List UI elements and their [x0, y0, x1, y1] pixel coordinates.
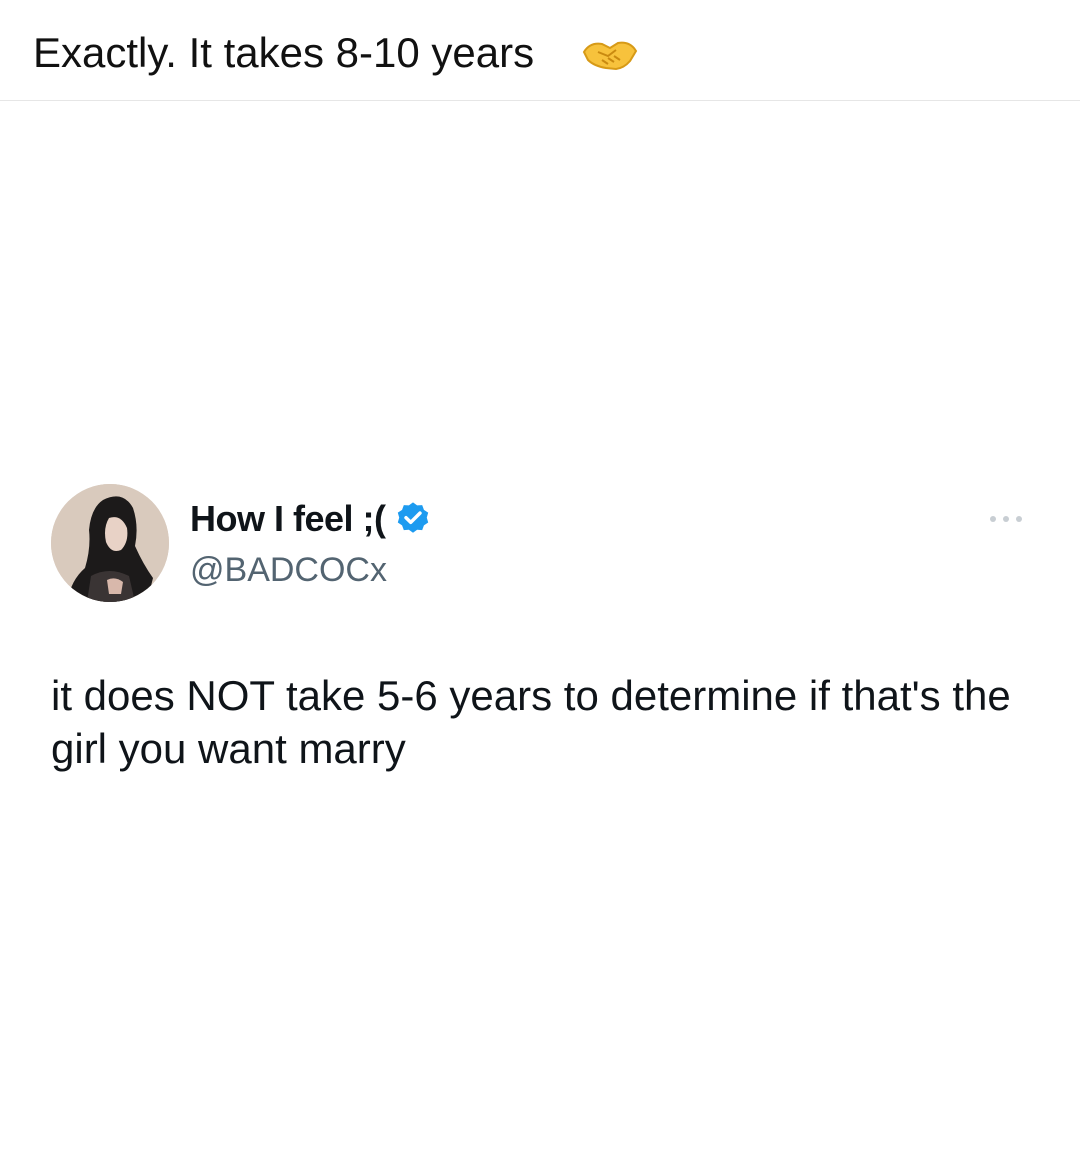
more-options-icon[interactable] [987, 509, 1027, 529]
caption-bar: Exactly. It takes 8-10 years [0, 0, 1080, 101]
handshake-icon [582, 41, 638, 71]
user-handle[interactable]: @BADCOCx [190, 551, 387, 590]
avatar[interactable] [51, 484, 169, 602]
tweet-text: it does NOT take 5-6 years to determine … [51, 672, 1011, 772]
caption-text: Exactly. It takes 8-10 years [33, 29, 535, 76]
verified-badge-icon [397, 502, 428, 533]
display-name-row: How I feel ;( [190, 497, 432, 541]
avatar-photo [51, 484, 169, 602]
display-name[interactable]: How I feel ;( [190, 498, 386, 540]
embedded-tweet: How I feel ;( @BADCOCx it does NOT take … [0, 101, 1080, 1171]
